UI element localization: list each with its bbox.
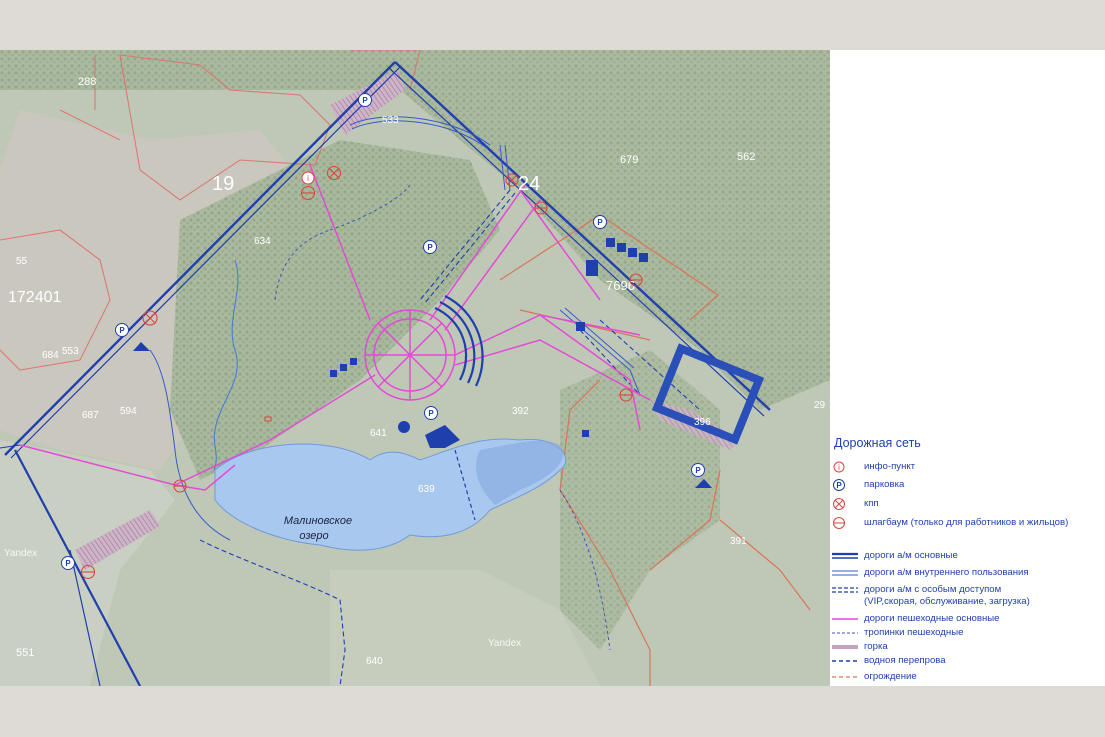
parcel-641: 641 — [370, 428, 387, 439]
parcel-551: 551 — [16, 647, 34, 659]
parking-icon[interactable]: P — [61, 556, 75, 570]
svg-text:P: P — [362, 96, 368, 105]
svg-text:P: P — [597, 218, 603, 227]
parcel-533: 533 — [382, 115, 399, 126]
parcel-679: 679 — [620, 154, 638, 166]
lake-name-line1: Малиновское — [284, 515, 352, 527]
parcel-172401: 172401 — [8, 289, 61, 306]
map-watermark-south: Yandex — [488, 638, 521, 649]
parking-icon: P — [833, 479, 845, 491]
parcel-396: 396 — [694, 417, 711, 428]
parking-icon[interactable]: P — [423, 240, 437, 254]
parcel-634: 634 — [254, 236, 271, 247]
legend-label-fence: огрождение — [864, 671, 917, 682]
svg-text:P: P — [65, 559, 71, 568]
legend: Дорожная сеть i инфо-пункт P парковка кп… — [832, 436, 1105, 682]
parking-icon[interactable]: P — [424, 406, 438, 420]
parcel-639: 639 — [418, 484, 435, 495]
legend-label-special-roads-detail: (VIP,скорая, обслуживание, загрузка) — [864, 596, 1030, 607]
legend-label-main-roads: дороги а/м основные — [864, 550, 958, 561]
legend-label-special-roads: дороги а/м с особым доступом — [864, 584, 1002, 595]
parking-icon[interactable]: P — [358, 93, 372, 107]
map-canvas[interactable]: 288 533 679 562 19 24 634 55 172401 684 … — [0, 50, 830, 686]
parcel-392: 392 — [512, 406, 529, 417]
svg-text:P: P — [119, 326, 125, 335]
legend-label-internal-roads: дороги а/м внутреннего пользования — [864, 567, 1029, 578]
info-point-icon[interactable]: i — [301, 171, 315, 185]
legend-label-parking: парковка — [864, 479, 905, 490]
checkpoint-icon — [833, 498, 845, 510]
parcel-19: 19 — [212, 173, 234, 195]
lake-name-line2: озеро — [299, 530, 328, 542]
legend-label-checkpoint: кпп — [864, 498, 879, 509]
parcel-288: 288 — [78, 76, 96, 88]
legend-label-info: инфо-пункт — [864, 461, 916, 472]
svg-text:P: P — [695, 466, 701, 475]
parcel-594: 594 — [120, 406, 137, 417]
legend-label-ferry: водноя перепрова — [864, 655, 946, 666]
parcel-55: 55 — [16, 256, 28, 267]
legend-label-paths: тропинки пешеходные — [864, 627, 964, 638]
parking-icon[interactable]: P — [691, 463, 705, 477]
map-watermark-west: Yandex — [4, 548, 37, 559]
parcel-640: 640 — [366, 656, 383, 667]
parcel-29: 29 — [814, 400, 826, 411]
legend-label-slide: горка — [864, 641, 888, 652]
svg-text:P: P — [427, 243, 433, 252]
svg-text:P: P — [836, 481, 842, 490]
svg-text:i: i — [838, 463, 840, 472]
parcel-684: 684 — [42, 350, 59, 361]
barrier-icon — [833, 517, 845, 529]
parcel-391: 391 — [730, 536, 747, 547]
parking-icon[interactable]: P — [115, 323, 129, 337]
legend-title: Дорожная сеть — [834, 436, 921, 450]
legend-label-pedestrian-main: дороги пешеходные основные — [864, 613, 1000, 624]
parking-icon[interactable]: P — [593, 215, 607, 229]
parcel-687: 687 — [82, 410, 99, 421]
parcel-553: 553 — [62, 346, 79, 357]
svg-text:P: P — [428, 409, 434, 418]
parcel-24: 24 — [518, 173, 540, 195]
svg-text:i: i — [307, 174, 309, 183]
legend-label-barrier: шлагбаум (только для работников и жильцо… — [864, 517, 1069, 528]
parcel-562: 562 — [737, 151, 755, 163]
